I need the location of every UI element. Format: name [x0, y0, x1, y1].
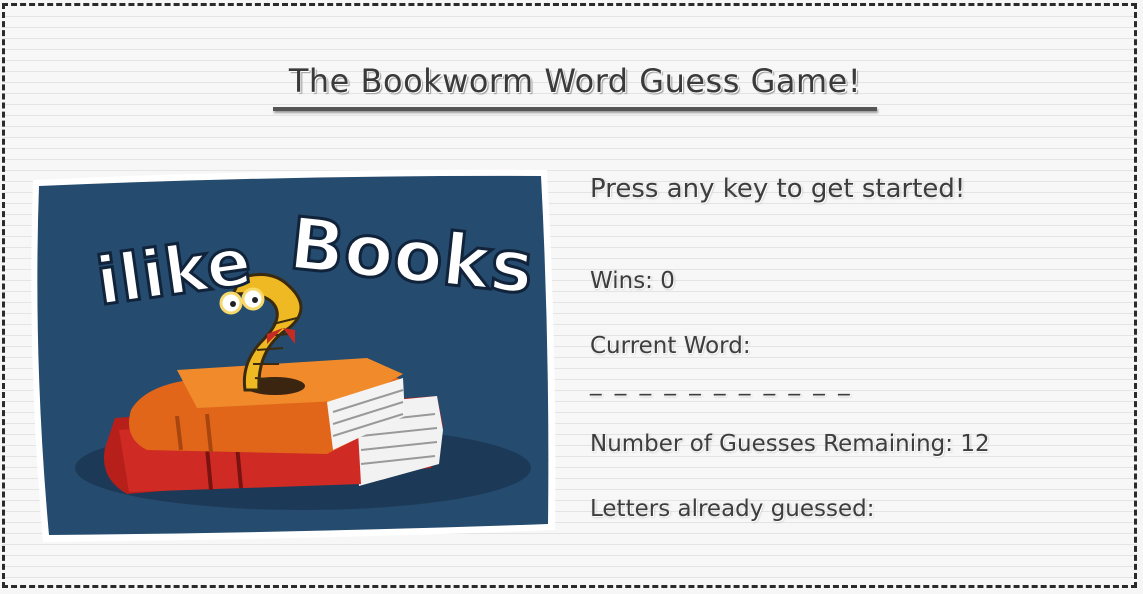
- letters-guessed: Letters already guessed:: [590, 496, 875, 522]
- page-title: The Bookworm Word Guess Game!: [288, 62, 862, 100]
- game-page: The Bookworm Word Guess Game! ilike Book…: [2, 3, 1137, 588]
- bookworm-illustration: ilike Books: [31, 169, 556, 542]
- start-prompt: Press any key to get started!: [590, 174, 966, 204]
- current-word-label: Current Word:: [590, 333, 751, 359]
- current-word-blanks: _ _ _ _ _ _ _ _ _ _ _: [590, 370, 853, 396]
- title-underline: [273, 107, 877, 111]
- guesses-remaining: Number of Guesses Remaining: 12: [590, 431, 990, 457]
- wins-counter: Wins: 0: [590, 268, 675, 294]
